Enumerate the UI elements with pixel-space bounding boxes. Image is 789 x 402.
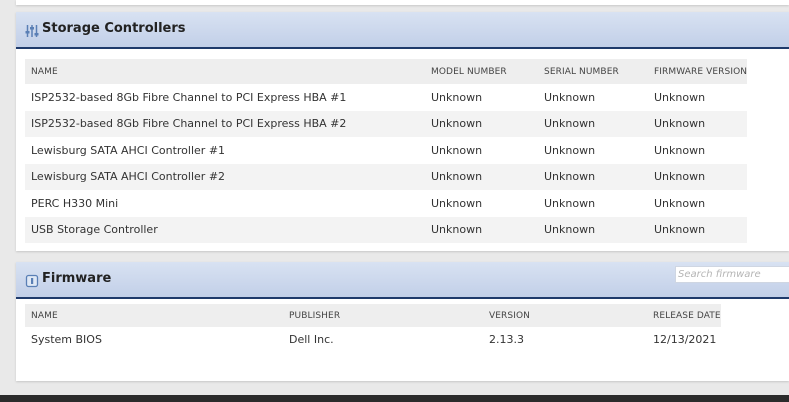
- storage-controllers-table: NAME MODEL NUMBER SERIAL NUMBER FIRMWARE…: [25, 59, 748, 243]
- cell-model-number: Unknown: [425, 110, 538, 137]
- column-header-release-date[interactable]: RELEASE DATE: [647, 304, 721, 327]
- cell-serial-number: Unknown: [538, 110, 648, 137]
- previous-panel-bottom: [16, 0, 789, 5]
- table-header-row: NAME MODEL NUMBER SERIAL NUMBER FIRMWARE…: [25, 59, 748, 84]
- cell-firmware-version: Unknown: [648, 216, 748, 243]
- column-header-name[interactable]: NAME: [25, 304, 283, 327]
- table-row[interactable]: ISP2532-based 8Gb Fibre Channel to PCI E…: [25, 84, 747, 111]
- cell-name: PERC H330 Mini: [31, 196, 119, 210]
- table-row[interactable]: Lewisburg SATA AHCI Controller #1 Unknow…: [25, 137, 747, 164]
- storage-controllers-panel: Storage Controllers NAME MODEL NUMBER SE…: [16, 12, 789, 251]
- table-row[interactable]: Lewisburg SATA AHCI Controller #2 Unknow…: [25, 163, 748, 190]
- cell-model-number: Unknown: [425, 216, 538, 243]
- cell-firmware-version: Unknown: [654, 196, 706, 210]
- table-row[interactable]: USB Storage Controller Unknown Unknown U…: [25, 216, 748, 243]
- cell-firmware-version: Unknown: [654, 90, 706, 104]
- sliders-icon: [25, 23, 39, 37]
- cell-firmware-version: Unknown: [648, 110, 748, 137]
- cell-name: USB Storage Controller: [25, 216, 425, 243]
- firmware-title: Firmware: [42, 271, 112, 286]
- table-row[interactable]: System BIOS Dell Inc. 2.13.3 12/13/2021: [25, 327, 721, 351]
- firmware-header: Firmware: [16, 262, 789, 299]
- cell-serial-number: Unknown: [538, 163, 648, 190]
- cell-version: 2.13.3: [489, 332, 524, 346]
- cell-serial-number: Unknown: [544, 143, 596, 157]
- column-header-model-number[interactable]: MODEL NUMBER: [425, 59, 538, 84]
- cell-model-number: Unknown: [425, 163, 538, 190]
- cell-serial-number: Unknown: [538, 216, 648, 243]
- search-firmware-input[interactable]: [675, 266, 789, 283]
- column-header-firmware-version[interactable]: FIRMWARE VERSION: [648, 59, 748, 84]
- cell-publisher: Dell Inc.: [289, 332, 334, 346]
- firmware-panel: Firmware NAME PUBLISHER VERSION RELEASE …: [16, 262, 789, 381]
- cell-model-number: Unknown: [431, 143, 483, 157]
- table-row[interactable]: PERC H330 Mini Unknown Unknown Unknown: [25, 190, 747, 217]
- table-header-row: NAME PUBLISHER VERSION RELEASE DATE: [25, 304, 721, 327]
- cell-model-number: Unknown: [431, 196, 483, 210]
- cell-firmware-version: Unknown: [648, 163, 748, 190]
- bottom-taskbar-edge: [0, 395, 789, 402]
- cell-serial-number: Unknown: [544, 90, 596, 104]
- cell-firmware-version: Unknown: [654, 143, 706, 157]
- cell-name: Lewisburg SATA AHCI Controller #2: [25, 163, 425, 190]
- cell-serial-number: Unknown: [544, 196, 596, 210]
- cell-release-date: 12/13/2021: [653, 332, 717, 346]
- column-header-publisher[interactable]: PUBLISHER: [283, 304, 483, 327]
- column-header-version[interactable]: VERSION: [483, 304, 647, 327]
- cell-name: ISP2532-based 8Gb Fibre Channel to PCI E…: [25, 110, 425, 137]
- storage-controllers-title: Storage Controllers: [42, 21, 186, 36]
- cell-name: ISP2532-based 8Gb Fibre Channel to PCI E…: [31, 90, 347, 104]
- column-header-serial-number[interactable]: SERIAL NUMBER: [538, 59, 648, 84]
- firmware-chip-icon: [25, 273, 39, 288]
- table-row[interactable]: ISP2532-based 8Gb Fibre Channel to PCI E…: [25, 110, 748, 137]
- cell-model-number: Unknown: [431, 90, 483, 104]
- cell-name: Lewisburg SATA AHCI Controller #1: [31, 143, 226, 157]
- cell-name: System BIOS: [31, 332, 102, 346]
- column-header-name[interactable]: NAME: [25, 59, 425, 84]
- firmware-table: NAME PUBLISHER VERSION RELEASE DATE Syst…: [25, 304, 721, 351]
- storage-controllers-header: Storage Controllers: [16, 12, 789, 49]
